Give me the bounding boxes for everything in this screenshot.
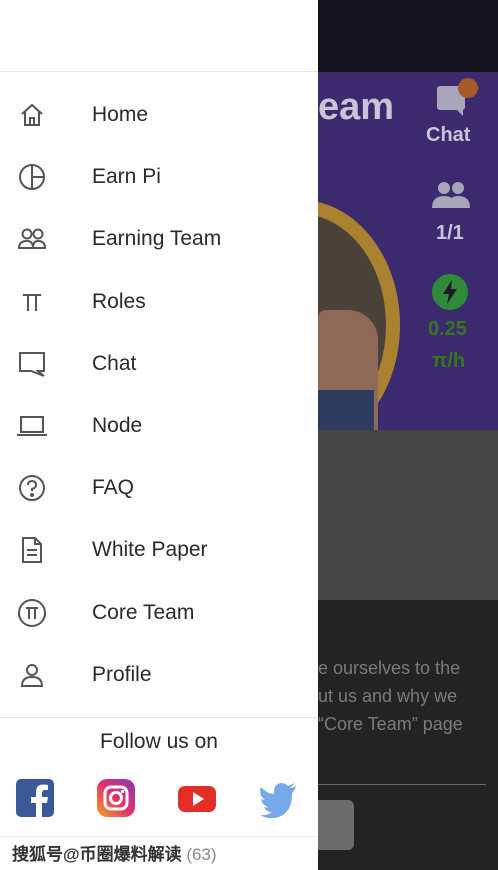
menu-item-chat[interactable]: Chat (0, 333, 318, 395)
menu-item-faq[interactable]: FAQ (0, 457, 318, 519)
drawer-divider (0, 717, 318, 718)
profile-photo-shirt (318, 390, 374, 430)
person-icon (16, 660, 48, 690)
menu-label: Core Team (92, 600, 195, 624)
pi-symbol-icon (16, 287, 48, 317)
bg-text-line: e ourselves to the (318, 658, 461, 678)
question-icon (16, 473, 48, 503)
facebook-icon[interactable] (15, 778, 55, 818)
bg-text-line: ut us and why we (318, 686, 458, 706)
home-icon (16, 100, 48, 130)
bg-divider (318, 784, 486, 785)
menu-item-white-paper[interactable]: White Paper (0, 519, 318, 581)
bg-text-line: “Core Team” page (318, 714, 463, 734)
pi-coin-icon (16, 598, 48, 628)
menu-item-core-team[interactable]: Core Team (0, 582, 318, 644)
navigation-drawer: Home Earn Pi Earning Team Roles Chat Nod… (0, 0, 318, 870)
follow-us-label: Follow us on (100, 730, 218, 753)
mining-unit: π/h (432, 350, 466, 372)
document-icon (16, 535, 48, 565)
menu-item-earning-team[interactable]: Earning Team (0, 208, 318, 270)
menu-item-profile[interactable]: Profile (0, 644, 318, 706)
drawer-menu: Home Earn Pi Earning Team Roles Chat Nod… (0, 84, 318, 706)
menu-item-roles[interactable]: Roles (0, 271, 318, 333)
team-icon[interactable] (430, 180, 472, 210)
laptop-icon (16, 411, 48, 441)
menu-label: Roles (92, 289, 146, 313)
youtube-icon[interactable] (177, 778, 217, 818)
menu-label: White Paper (92, 538, 208, 562)
twitter-icon[interactable] (258, 778, 298, 819)
menu-label: FAQ (92, 476, 135, 500)
hero-title: eam (318, 86, 395, 128)
pie-chart-icon (16, 162, 48, 192)
drawer-header (0, 0, 318, 72)
footer-divider (0, 836, 318, 837)
menu-item-home[interactable]: Home (0, 84, 318, 146)
mining-rate: 0.25 (428, 318, 467, 340)
menu-item-node[interactable]: Node (0, 395, 318, 457)
notification-dot (458, 78, 478, 98)
menu-label: Home (92, 103, 149, 126)
menu-label: Profile (92, 662, 152, 686)
chat-shortcut-label[interactable]: Chat (426, 124, 470, 147)
chat-icon (16, 349, 48, 379)
app-version: 搜狐号@币圈爆料解读 (63) (12, 840, 217, 865)
menu-label: Node (92, 413, 143, 437)
menu-label: Earning Team (92, 227, 222, 251)
team-count: 1/1 (436, 222, 464, 244)
team-icon (16, 224, 48, 254)
menu-label: Chat (92, 351, 137, 375)
mining-bolt-icon[interactable] (432, 274, 468, 310)
watermark-text: 搜狐号@币圈爆料解读 (12, 845, 182, 864)
menu-item-earn-pi[interactable]: Earn Pi (0, 146, 318, 208)
version-number: (63) (186, 845, 217, 864)
bg-button[interactable] (318, 800, 354, 850)
menu-label: Earn Pi (92, 165, 161, 189)
instagram-icon[interactable] (96, 778, 136, 818)
